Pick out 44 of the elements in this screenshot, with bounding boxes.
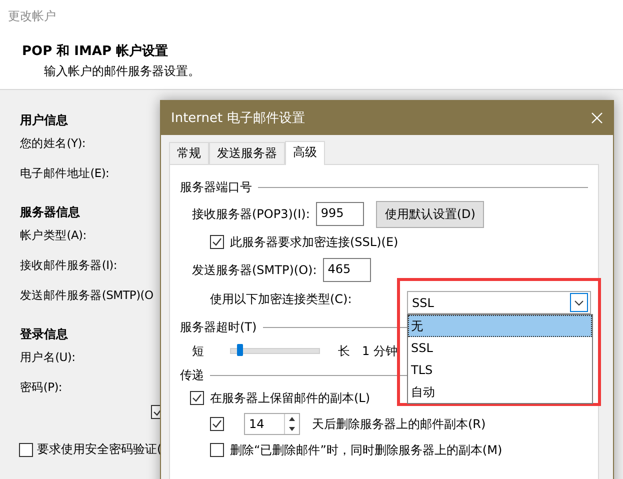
section-heading: 服务器信息: [20, 204, 80, 221]
field-label: 接收服务器(POP3)(I):: [192, 206, 310, 222]
slider-min-label: 短: [192, 342, 204, 360]
port-field[interactable]: 465: [322, 258, 371, 282]
caret-icon: [574, 300, 584, 306]
checkbox[interactable]: [210, 417, 224, 431]
close-icon[interactable]: [591, 112, 603, 124]
checkbox[interactable]: [210, 235, 224, 249]
field-label: 使用以下加密连接类型(C):: [210, 290, 352, 308]
tab[interactable]: 高级: [285, 141, 325, 165]
dialog-title: Internet 电子邮件设置: [171, 110, 305, 127]
field-label: 帐户类型(A):: [20, 227, 86, 244]
checkbox-label: 天后删除服务器上的邮件副本(R): [312, 416, 486, 432]
section-heading: 登录信息: [20, 326, 68, 343]
field-label: 电子邮件地址(E):: [20, 165, 110, 182]
field-label: 接收邮件服务器(I):: [20, 257, 117, 274]
slider-max-label: 长: [338, 342, 350, 360]
page-heading: POP 和 IMAP 帐户设置: [22, 42, 170, 60]
timeout-reading: 1 分钟: [362, 342, 398, 360]
days-spinner[interactable]: 14: [244, 413, 300, 435]
checkbox[interactable]: [210, 443, 224, 457]
page-subtitle: 输入帐户的邮件服务器设置。: [44, 63, 201, 80]
checkbox[interactable]: [19, 442, 33, 456]
group-heading: 传递: [180, 366, 204, 384]
encryption-dropdown[interactable]: SSL: [407, 291, 591, 314]
tab[interactable]: 常规: [169, 142, 209, 164]
field-label: 用户名(U):: [20, 349, 76, 366]
checkbox-label: 删除“已删除邮件”时，同时删除服务器上的副本(M): [230, 442, 502, 458]
port-field[interactable]: 995: [316, 202, 364, 226]
slider-thumb[interactable]: [236, 344, 243, 356]
tab[interactable]: 发送服务器: [209, 142, 285, 164]
checkbox-label: 此服务器要求加密连接(SSL)(E): [230, 234, 398, 250]
window-title: 更改帐户: [8, 8, 57, 25]
checkbox[interactable]: [190, 391, 204, 405]
field-label: 您的姓名(Y):: [20, 135, 86, 152]
field-label: 发送服务器(SMTP)(O):: [192, 262, 317, 278]
default-settings-button[interactable]: 使用默认设置(D): [376, 200, 484, 228]
group-heading: 服务器端口号: [180, 178, 252, 196]
section-heading: 用户信息: [20, 112, 68, 129]
dropdown-option[interactable]: 无: [408, 315, 592, 337]
field-label: 发送邮件服务器(SMTP)(O: [20, 287, 154, 304]
checkbox-label: 在服务器上保留邮件的副本(L): [210, 390, 370, 406]
field-label: 密码(P):: [20, 379, 62, 396]
group-heading: 服务器超时(T): [180, 318, 257, 336]
